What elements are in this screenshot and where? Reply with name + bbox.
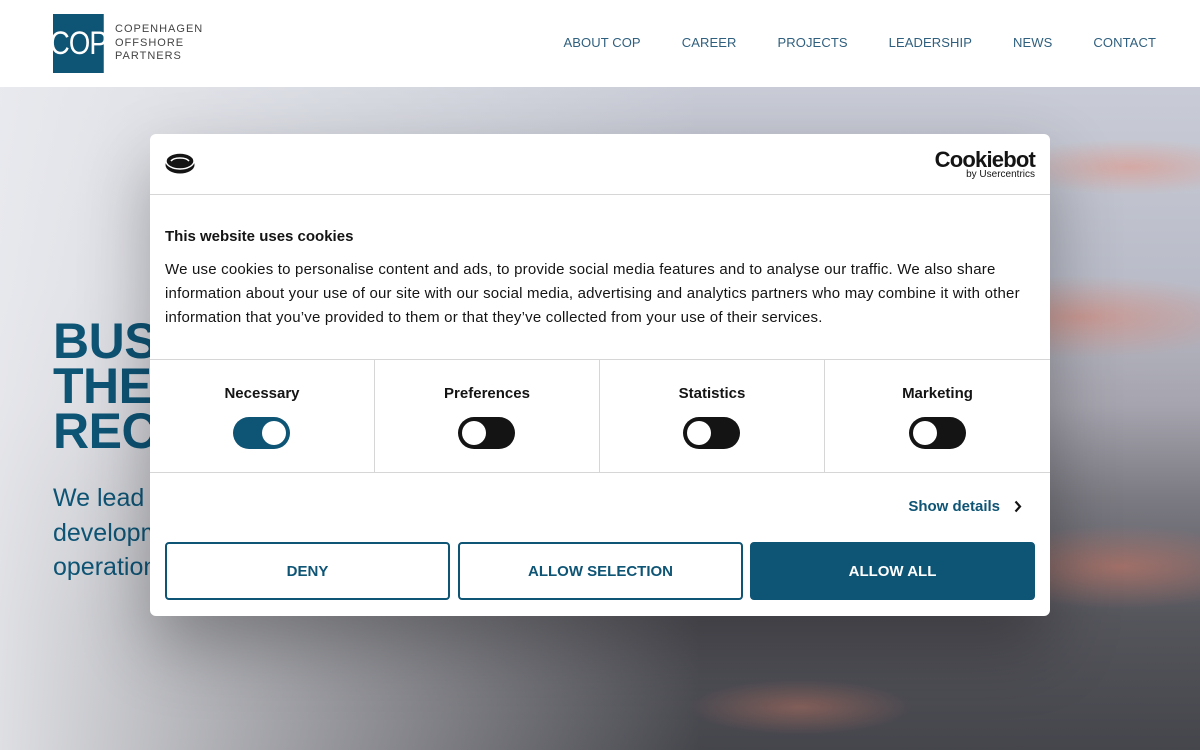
switch-knob [687,421,711,445]
toggle-marketing: Marketing [825,360,1050,472]
toggle-label: Preferences [444,385,530,402]
toggle-statistics: Statistics [600,360,825,472]
nav-leadership[interactable]: LEADERSHIP [889,35,972,50]
show-details-link[interactable]: Show details [908,498,1022,515]
statistics-switch[interactable] [683,417,740,449]
hero-subtitle: We lead c developm operation [53,481,164,585]
logo-line: OFFSHORE [115,36,185,49]
necessary-switch[interactable] [233,417,290,449]
allow-selection-button[interactable]: ALLOW SELECTION [458,542,743,600]
switch-knob [262,421,286,445]
toggle-label: Statistics [678,385,746,402]
preferences-switch[interactable] [458,417,515,449]
show-details-label: Show details [908,498,1000,515]
hero-subtitle-line: We lead c [53,484,164,512]
toggle-label: Marketing [902,385,973,402]
dialog-title: This website uses cookies [165,228,354,245]
cookie-icon [165,152,195,179]
site-logo[interactable]: COP COPENHAGEN OFFSHORE PARTNERS [50,14,203,73]
nav-career[interactable]: CAREER [682,35,737,50]
switch-knob [912,421,937,445]
logo-line: PARTNERS [115,50,182,63]
toggle-preferences: Preferences [375,360,600,472]
nav-contact[interactable]: CONTACT [1093,35,1156,50]
dialog-text: We use cookies to personalise content an… [165,261,1020,326]
hero-subtitle-line: developm [53,518,162,547]
site-header: COP COPENHAGEN OFFSHORE PARTNERS ABOUT C… [0,0,1200,87]
consent-toggles: Necessary Preferences Statistics Marketi… [150,359,1050,473]
dialog-body: This website uses cookies We use cookies… [165,228,1045,330]
hero-subtitle-line: operation [53,553,158,581]
allow-all-button[interactable]: ALLOW ALL [750,542,1035,600]
dialog-header: Cookiebot by Usercentrics [150,134,1050,195]
deny-button[interactable]: DENY [165,542,450,600]
cookiebot-logo[interactable]: Cookiebot by Usercentrics [935,148,1036,180]
cookie-consent-dialog: Cookiebot by Usercentrics This website u… [150,134,1050,616]
logo-line: COPENHAGEN [115,23,204,36]
logo-wordmark: COPENHAGEN OFFSHORE PARTNERS [115,23,203,64]
chevron-right-icon [1014,500,1022,513]
nav-news[interactable]: NEWS [1013,35,1052,50]
toggle-label: Necessary [224,385,300,402]
switch-knob [462,421,486,445]
toggle-necessary: Necessary [150,360,375,472]
marketing-switch[interactable] [908,417,966,449]
logo-mark: COP [50,14,108,73]
nav-projects[interactable]: PROJECTS [777,35,847,50]
main-nav: ABOUT COP CAREER PROJECTS LEADERSHIP NEW… [522,35,1156,50]
nav-about-cop[interactable]: ABOUT COP [563,35,640,50]
